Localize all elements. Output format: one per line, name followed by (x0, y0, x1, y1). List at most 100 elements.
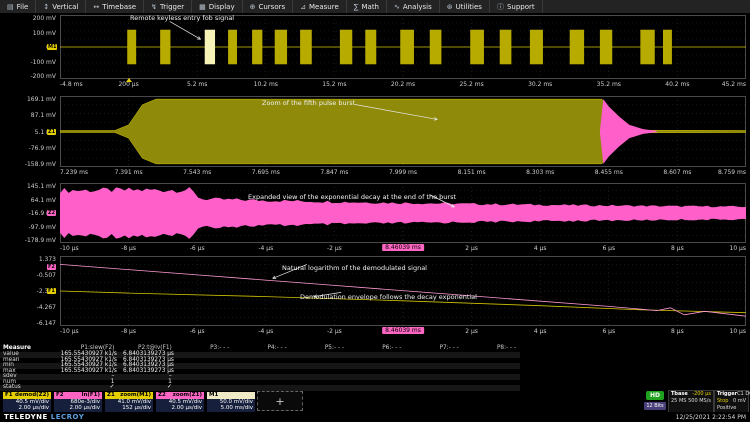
brand-lecroy: LECROY (51, 413, 85, 421)
measure-column-header[interactable]: P7:- - - (405, 345, 462, 352)
x-tick-label: 8.759 ms (718, 169, 746, 176)
trace-marker-f2[interactable]: F2 (47, 264, 56, 270)
measure-cell: ✓ (61, 385, 118, 391)
annotation: Remote keyless entry fob signal (130, 14, 234, 22)
menu-label: File (17, 3, 29, 11)
cursors-crosshair-icon: ⊕ (250, 3, 256, 11)
measure-cell (291, 385, 348, 391)
menu-math[interactable]: ∑Math (347, 0, 387, 13)
descriptor-source: ln(F1) (82, 392, 100, 399)
menu-measure[interactable]: ⊿Measure (293, 0, 347, 13)
y-axis-label: -76.9 mV (2, 145, 56, 152)
trigger-title: Trigger (717, 391, 737, 398)
trace-marker-z1[interactable]: Z1 (47, 129, 56, 135)
trigger-bolt-icon: ↯ (151, 3, 157, 11)
menu-label: Analysis (403, 3, 432, 11)
trace-descriptor-f1[interactable]: F1demod(Z2)40.5 mV/div2.00 µs/div (2, 391, 52, 413)
descriptor-hscale: 152 µs/div (105, 405, 153, 411)
y-axis-label: -178.9 mV (2, 237, 56, 244)
zoom-center-readout: 8.46039 ms (382, 244, 424, 251)
panel-main-acquisition[interactable]: 200 mV100 mV0 V-100 mV-200 mVM1-4.8 ms20… (0, 15, 750, 91)
y-axis-label: 145.1 mV (2, 183, 56, 190)
trace-marker-f1[interactable]: F1 (47, 288, 56, 294)
descriptor-id: Z2 (158, 392, 166, 399)
trigger-level: 0 mV (733, 398, 746, 405)
annotation: Natural logarithm of the demodulated sig… (282, 264, 427, 272)
x-tick-label: 10 µs (730, 245, 747, 252)
descriptor-hscale: 5.00 ms/div (207, 405, 255, 411)
trigger-slope: Positive (717, 405, 736, 412)
measure-row-label: status (0, 385, 61, 391)
waveform-grid-p1[interactable] (60, 15, 746, 79)
trace-marker-z2[interactable]: Z2 (47, 210, 56, 216)
math-sigma-icon: ∑ (354, 3, 359, 11)
trace-descriptor-f2[interactable]: F2ln(F1)680e-3/div2.00 µs/div (53, 391, 103, 413)
trace-descriptor-z2[interactable]: Z2zoom(Z1)40.5 mV/div2.00 µs/div (155, 391, 205, 413)
x-tick-label: -8 µs (121, 328, 136, 335)
descriptor-id: M1 (209, 392, 218, 399)
y-axis-label: -158.9 mV (2, 161, 56, 168)
x-tick-label: 7.239 ms (60, 169, 88, 176)
trigger-summary-box[interactable]: Trigger C1 DC Stop 0 mV Positive (714, 390, 749, 413)
x-tick-label: -6 µs (190, 328, 205, 335)
x-tick-label: 200 µs (118, 81, 138, 88)
y-axis-label: -0.507 (2, 272, 56, 279)
x-tick-label: 8.151 ms (458, 169, 486, 176)
x-axis-p4: -10 µs-8 µs-6 µs-4 µs-2 µs2 µs4 µs6 µs8 … (60, 326, 746, 337)
oscilloscope-app: ▤File↕Vertical↔Timebase↯Trigger▦Display⊕… (0, 0, 750, 422)
menu-vertical[interactable]: ↕Vertical (36, 0, 86, 13)
y-axis-label: -4.267 (2, 304, 56, 311)
x-axis-p1: -4.8 ms200 µs5.2 ms10.2 ms15.2 ms20.2 ms… (60, 79, 746, 90)
x-tick-label: 6 µs (602, 328, 615, 335)
menu-timebase[interactable]: ↔Timebase (86, 0, 144, 13)
measure-column-header[interactable]: P5:- - - (291, 345, 348, 352)
menu-display[interactable]: ▦Display (192, 0, 242, 13)
x-axis-p3: -10 µs-8 µs-6 µs-4 µs-2 µs2 µs4 µs6 µs8 … (60, 243, 746, 254)
trace-marker-m1[interactable]: M1 (47, 44, 57, 50)
y-axis-label: -200 mV (2, 73, 56, 80)
menu-cursors[interactable]: ⊕Cursors (243, 0, 294, 13)
y-axis-label: -6.147 (2, 320, 56, 327)
panel-zoom-z1[interactable]: 169.1 mV87.1 mV5.1 mV-76.9 mV-158.9 mVZ1… (0, 96, 750, 179)
y-axis-label: 200 mV (2, 15, 56, 22)
menu-support[interactable]: ⓘSupport (490, 0, 543, 13)
trigger-source: C1 DC (737, 391, 750, 398)
menu-file[interactable]: ▤File (0, 0, 36, 13)
menu-analysis[interactable]: ∿Analysis (387, 0, 440, 13)
measure-column-header[interactable]: P8:- - - (463, 345, 520, 352)
waveform-grid-p3[interactable] (60, 183, 746, 243)
menu-utilities[interactable]: ⊛Utilities (440, 0, 490, 13)
tbase-title: Tbase (671, 391, 688, 398)
x-tick-label: 4 µs (534, 328, 547, 335)
measure-column-header[interactable]: P3:- - - (176, 345, 233, 352)
file-icon: ▤ (7, 3, 14, 11)
measure-column-header[interactable]: P6:- - - (348, 345, 405, 352)
measure-column-header[interactable]: P4:- - - (233, 345, 290, 352)
menu-trigger[interactable]: ↯Trigger (144, 0, 192, 13)
x-tick-label: 4 µs (534, 245, 547, 252)
x-tick-label: 7.543 ms (183, 169, 211, 176)
annotation: Demodulation envelope follows the decay … (300, 293, 477, 301)
y-axis-label: 1.373 (2, 256, 56, 263)
x-axis-p2: 7.239 ms7.391 ms7.543 ms7.695 ms7.847 ms… (60, 167, 746, 178)
measure-cell (233, 385, 290, 391)
x-tick-label: 8.303 ms (526, 169, 554, 176)
menu-label: Support (507, 3, 535, 11)
utilities-gear-icon: ⊛ (447, 3, 453, 11)
measure-cell (348, 385, 405, 391)
menu-label: Cursors (258, 3, 285, 11)
x-tick-label: 20.2 ms (391, 81, 415, 88)
brand-teledyne: TELEDYNE (4, 413, 48, 421)
x-tick-label: 8 µs (671, 245, 684, 252)
trigger-position-marker[interactable] (126, 78, 132, 82)
waveform-grid-p2[interactable] (60, 96, 746, 167)
x-tick-label: 7.847 ms (320, 169, 348, 176)
support-info-icon: ⓘ (497, 2, 504, 12)
add-trace-button[interactable]: + (257, 391, 303, 411)
x-tick-label: 7.999 ms (389, 169, 417, 176)
trace-descriptor-m1[interactable]: M150.0 mV/div5.00 ms/div (206, 391, 256, 413)
trace-descriptor-z1[interactable]: Z1zoom(M1)41.0 mV/div152 µs/div (104, 391, 154, 413)
measure-icon: ⊿ (300, 3, 306, 11)
timebase-summary-box[interactable]: Tbase -200 µs 25 MS 500 MS/s (668, 390, 714, 413)
x-tick-label: 7.695 ms (252, 169, 280, 176)
